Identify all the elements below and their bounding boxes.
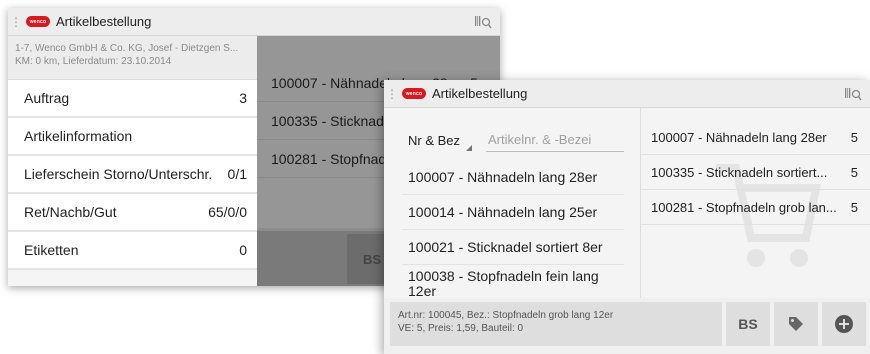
article-row[interactable]: 100021 - Sticknadel sortiert 8er xyxy=(402,230,624,265)
customer-info: 1-7, Wenco GmbH & Co. KG, Josef - Dietzg… xyxy=(8,36,257,80)
cart-row[interactable]: 100281 - Stopfnadeln grob lan... 5 xyxy=(641,190,870,225)
cart-item-qty: 5 xyxy=(850,129,858,145)
menu-item-label: Ret/Nachb/Gut xyxy=(24,204,117,220)
add-button[interactable] xyxy=(822,302,866,346)
cart-item-name: 100007 - Nähnadeln lang 28er xyxy=(651,129,827,145)
detail-line: VE: 5, Preis: 1,59, Bauteil: 0 xyxy=(398,323,524,334)
menu-item-etiketten[interactable]: Etiketten 0 xyxy=(8,232,257,270)
wenco-logo: wenco xyxy=(402,88,426,99)
article-row[interactable]: 100014 - Nähnadeln lang 25er xyxy=(402,195,624,230)
menu-item-auftrag[interactable]: Auftrag 3 xyxy=(8,80,257,118)
tag-button[interactable] xyxy=(774,302,818,346)
cart-item-qty: 5 xyxy=(850,199,858,215)
barcode-scan-icon[interactable] xyxy=(474,14,492,30)
menu-dots-icon[interactable]: ⋮ xyxy=(10,16,22,28)
cart-panel: 100007 - Nähnadeln lang 28er 5 100335 - … xyxy=(641,108,870,298)
menu-item-count: 3 xyxy=(239,90,247,106)
menu-item-artikelinformation[interactable]: Artikelinformation xyxy=(8,118,257,156)
dropdown-triangle-icon xyxy=(466,145,472,151)
menu-item-ret-nachb-gut[interactable]: Ret/Nachb/Gut 65/0/0 xyxy=(8,194,257,232)
title-bar: ⋮ wenco Artikelbestellung xyxy=(8,8,500,36)
article-search-panel: Nr & Bez Artikelnr. & -Bezei 100007 - Nä… xyxy=(384,108,640,298)
cart-row[interactable]: 100335 - Sticknadeln sortiert... 5 xyxy=(641,155,870,190)
article-row[interactable]: 100007 - Nähnadeln lang 28er xyxy=(402,160,624,195)
cart-row[interactable]: 100007 - Nähnadeln lang 28er 5 xyxy=(641,120,870,155)
customer-line: 1-7, Wenco GmbH & Co. KG, Josef - Dietzg… xyxy=(15,43,239,54)
article-order-screen: ⋮ wenco Artikelbestellung Nr & Bez Artik… xyxy=(384,80,870,354)
menu-item-label: Etiketten xyxy=(24,242,79,258)
detail-line: Art.nr: 100045, Bez.: Stopfnadeln grob l… xyxy=(398,310,614,321)
cart-item-name: 100335 - Sticknadeln sortiert... xyxy=(651,164,828,180)
menu-item-label: Auftrag xyxy=(24,90,70,106)
menu-panel: 1-7, Wenco GmbH & Co. KG, Josef - Dietzg… xyxy=(8,36,257,286)
menu-item-count: 65/0/0 xyxy=(208,204,247,220)
menu-item-count: 0/1 xyxy=(227,166,247,182)
app-title: Artikelbestellung xyxy=(432,86,528,101)
bs-button[interactable]: BS xyxy=(726,302,770,346)
article-detail: Art.nr: 100045, Bez.: Stopfnadeln grob l… xyxy=(390,302,722,346)
app-title: Artikelbestellung xyxy=(56,14,152,29)
article-row[interactable]: 100038 - Stopfnadeln fein lang 12er xyxy=(402,265,624,298)
menu-item-label: Artikelinformation xyxy=(24,128,133,144)
search-mode-label: Nr & Bez xyxy=(408,133,461,148)
search-row: Nr & Bez Artikelnr. & -Bezei xyxy=(408,128,624,152)
footer-bar: Art.nr: 100045, Bez.: Stopfnadeln grob l… xyxy=(384,298,870,354)
menu-item-count: 0 xyxy=(239,242,247,258)
title-bar: ⋮ wenco Artikelbestellung xyxy=(384,80,870,108)
cart-item-qty: 5 xyxy=(850,164,858,180)
menu-item-lieferschein[interactable]: Lieferschein Storno/Unterschr. 0/1 xyxy=(8,156,257,194)
add-circle-icon xyxy=(835,315,853,333)
cart-item-name: 100281 - Stopfnadeln grob lan... xyxy=(651,199,837,215)
menu-dots-icon[interactable]: ⋮ xyxy=(386,88,398,100)
search-input[interactable]: Artikelnr. & -Bezei xyxy=(486,132,624,152)
article-list: 100007 - Nähnadeln lang 28er 100014 - Nä… xyxy=(402,160,624,297)
menu-item-label: Lieferschein Storno/Unterschr. xyxy=(24,166,213,182)
delivery-line: KM: 0 km, Lieferdatum: 23.10.2014 xyxy=(15,56,172,67)
tag-icon xyxy=(789,317,803,331)
barcode-scan-icon[interactable] xyxy=(844,86,862,102)
search-mode-select[interactable]: Nr & Bez xyxy=(408,133,478,152)
wenco-logo: wenco xyxy=(26,16,50,27)
